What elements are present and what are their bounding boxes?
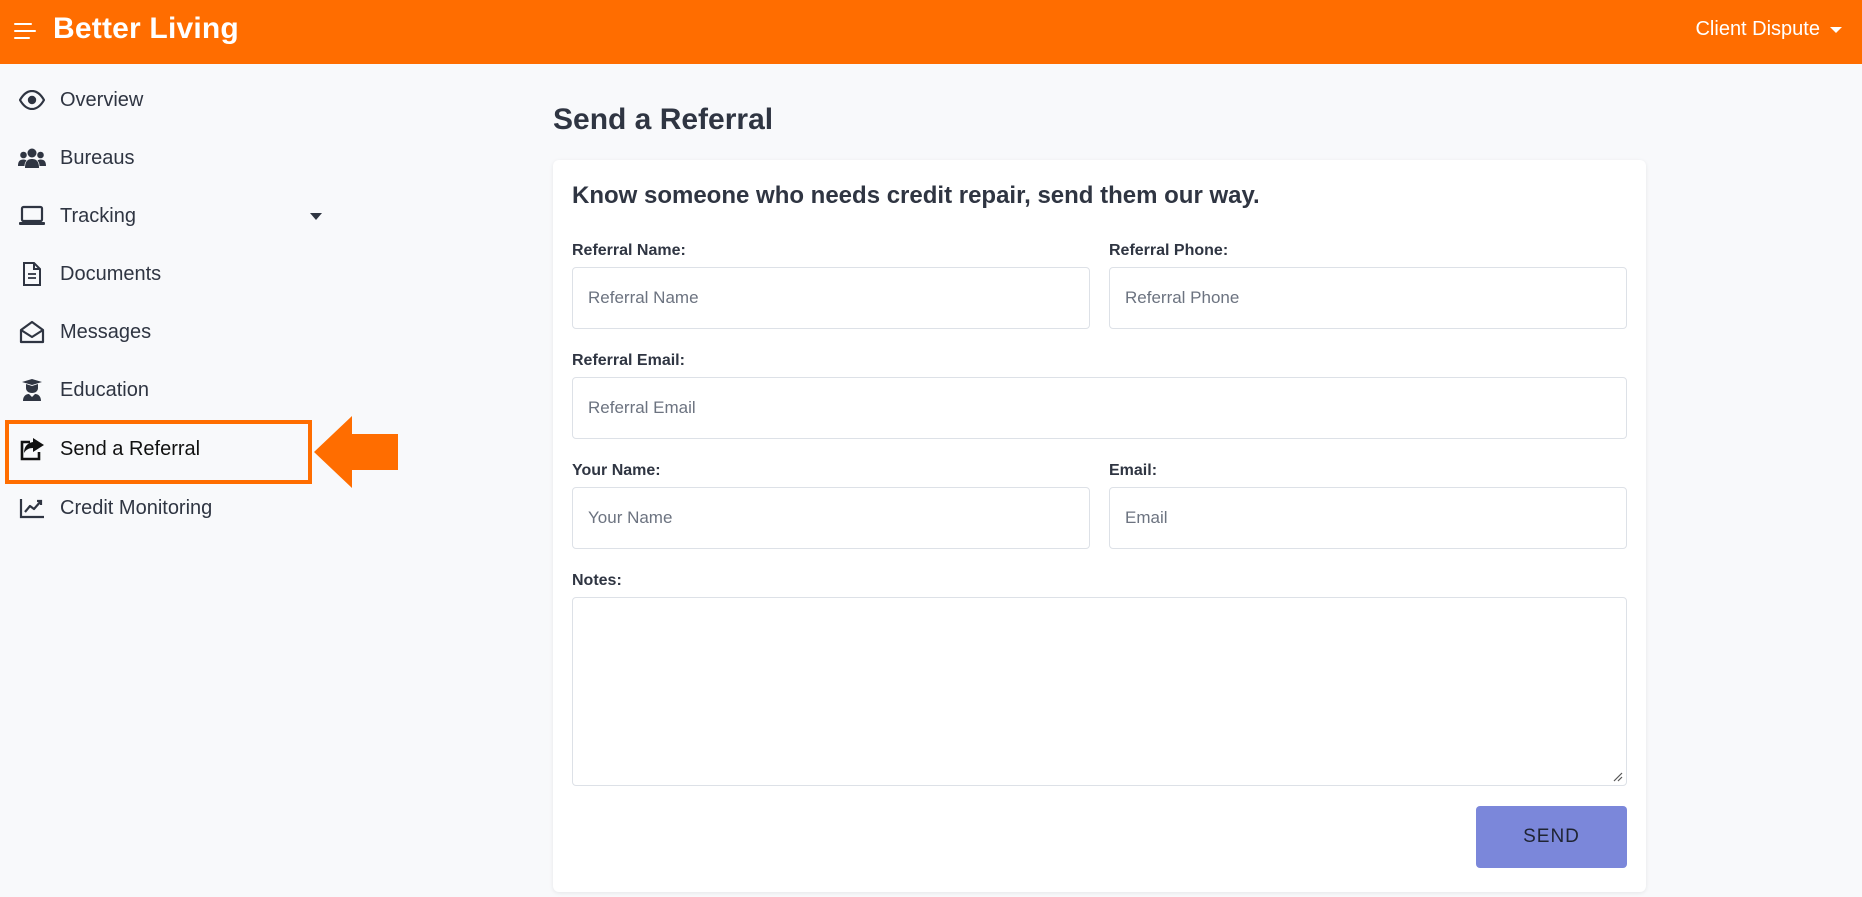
referral-email-input[interactable] — [572, 377, 1627, 439]
sidebar-item-label: Education — [60, 378, 149, 401]
sidebar-item-label: Overview — [60, 88, 144, 111]
eye-icon — [18, 86, 46, 114]
your-name-input[interactable] — [572, 487, 1090, 549]
send-button[interactable]: SEND — [1476, 806, 1627, 868]
users-icon — [18, 144, 46, 172]
referral-phone-label: Referral Phone: — [1109, 242, 1229, 259]
brand-title[interactable]: Better Living — [53, 12, 239, 46]
referral-name-label: Referral Name: — [572, 242, 686, 259]
notes-label: Notes: — [572, 572, 622, 589]
laptop-icon — [18, 202, 46, 230]
sidebar-item-documents[interactable]: Documents — [18, 254, 328, 294]
line-chart-icon — [18, 494, 46, 522]
user-menu-label: Client Dispute — [1695, 18, 1820, 40]
sidebar-item-bureaus[interactable]: Bureaus — [18, 138, 328, 178]
referral-phone-input[interactable] — [1109, 267, 1627, 329]
highlight-box — [5, 420, 312, 484]
menu-icon[interactable] — [14, 22, 36, 40]
top-bar: Better Living Client Dispute — [0, 0, 1862, 64]
sidebar-item-label: Credit Monitoring — [60, 496, 213, 519]
page-title: Send a Referral — [553, 103, 774, 136]
arrow-left-icon — [314, 416, 398, 488]
sidebar-item-label: Tracking — [60, 204, 136, 227]
notes-textarea[interactable] — [572, 597, 1627, 786]
sidebar-item-overview[interactable]: Overview — [18, 80, 328, 120]
sidebar-item-label: Bureaus — [60, 146, 135, 169]
card-heading: Know someone who needs credit repair, se… — [572, 182, 1260, 209]
sidebar-item-education[interactable]: Education — [18, 370, 328, 410]
email-input[interactable] — [1109, 487, 1627, 549]
graduate-icon — [18, 376, 46, 404]
sidebar-item-credit-monitoring[interactable]: Credit Monitoring — [18, 488, 328, 528]
sidebar-item-messages[interactable]: Messages — [18, 312, 328, 352]
sidebar-item-label: Messages — [60, 320, 152, 343]
caret-down-icon — [1830, 26, 1842, 33]
email-label: Email: — [1109, 462, 1158, 479]
your-name-label: Your Name: — [572, 462, 661, 479]
envelope-open-icon — [18, 318, 46, 346]
sidebar-item-tracking[interactable]: Tracking — [18, 196, 328, 236]
user-menu[interactable]: Client Dispute — [1695, 18, 1842, 41]
document-icon — [18, 260, 46, 288]
sidebar-item-label: Documents — [60, 262, 162, 285]
referral-form-card: Know someone who needs credit repair, se… — [553, 160, 1646, 892]
referral-name-input[interactable] — [572, 267, 1090, 329]
referral-email-label: Referral Email: — [572, 352, 685, 369]
resize-grip-icon[interactable] — [1613, 772, 1623, 782]
chevron-down-icon[interactable] — [310, 213, 322, 220]
